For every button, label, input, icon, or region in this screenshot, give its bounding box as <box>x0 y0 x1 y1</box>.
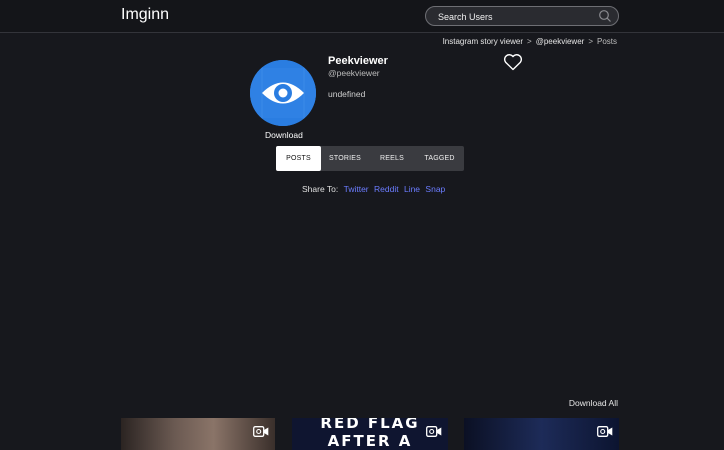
breadcrumb: Instagram story viewer > @peekviewer > Posts <box>443 37 617 46</box>
search-box[interactable] <box>425 6 619 26</box>
video-icon <box>597 426 613 437</box>
post-thumbnail[interactable] <box>121 418 275 450</box>
download-avatar-link[interactable]: Download <box>265 130 303 140</box>
profile-tabs: POSTS STORIES REELS TAGGED <box>276 146 464 171</box>
breadcrumb-separator: > <box>588 37 593 46</box>
breadcrumb-user[interactable]: @peekviewer <box>536 37 585 46</box>
profile-bio: undefined <box>328 89 366 99</box>
search-icon[interactable] <box>598 9 612 23</box>
tab-reels[interactable]: REELS <box>369 146 415 171</box>
share-twitter[interactable]: Twitter <box>344 184 369 194</box>
site-logo[interactable]: Imginn <box>121 6 169 24</box>
video-icon <box>253 426 269 437</box>
share-snap[interactable]: Snap <box>425 184 445 194</box>
share-label: Share To: <box>302 184 339 194</box>
breadcrumb-current: Posts <box>596 37 617 46</box>
post-thumbnail[interactable] <box>464 418 619 450</box>
tab-posts[interactable]: POSTS <box>276 146 321 171</box>
breadcrumb-story-viewer[interactable]: Instagram story viewer <box>443 37 523 46</box>
post-caption-line: RED FLAG <box>320 418 420 432</box>
profile-name: Peekviewer <box>328 55 388 67</box>
video-icon <box>426 426 442 437</box>
share-reddit[interactable]: Reddit <box>374 184 399 194</box>
heart-icon[interactable] <box>503 53 523 71</box>
share-bar: Share To: Twitter Reddit Line Snap <box>302 184 445 194</box>
breadcrumb-separator: > <box>527 37 532 46</box>
share-line[interactable]: Line <box>404 184 420 194</box>
eye-logo-icon <box>250 60 316 126</box>
tab-stories[interactable]: STORIES <box>321 146 369 171</box>
download-all-button[interactable]: Download All <box>569 398 618 408</box>
post-caption-line: AFTER A <box>327 432 413 450</box>
profile-handle: @peekviewer <box>328 68 380 78</box>
search-input[interactable] <box>436 9 590 25</box>
tab-tagged[interactable]: TAGGED <box>415 146 464 171</box>
post-thumbnail[interactable]: RED FLAG AFTER A <box>292 418 448 450</box>
avatar <box>250 60 316 126</box>
site-header: Imginn <box>0 0 724 33</box>
